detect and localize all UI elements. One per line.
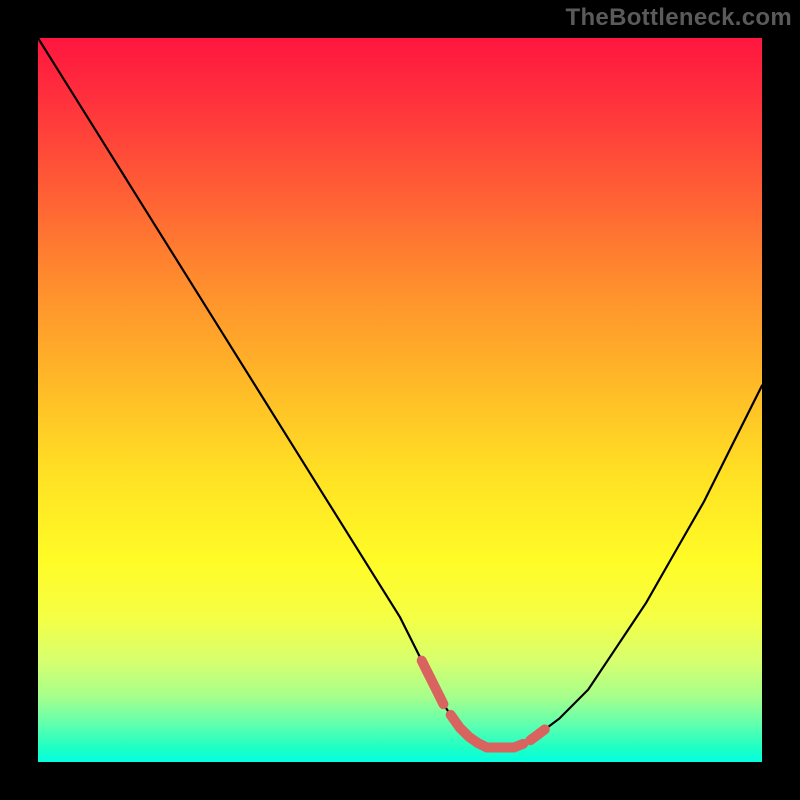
valley-highlight-bottom: [451, 715, 523, 748]
chart-overlay: [38, 38, 762, 762]
plot-area: [38, 38, 762, 762]
watermark-text: TheBottleneck.com: [566, 4, 792, 32]
chart-frame: TheBottleneck.com: [0, 0, 800, 800]
valley-highlight-right: [530, 729, 545, 740]
valley-highlight-left: [422, 661, 444, 705]
bottleneck-curve: [38, 38, 762, 748]
